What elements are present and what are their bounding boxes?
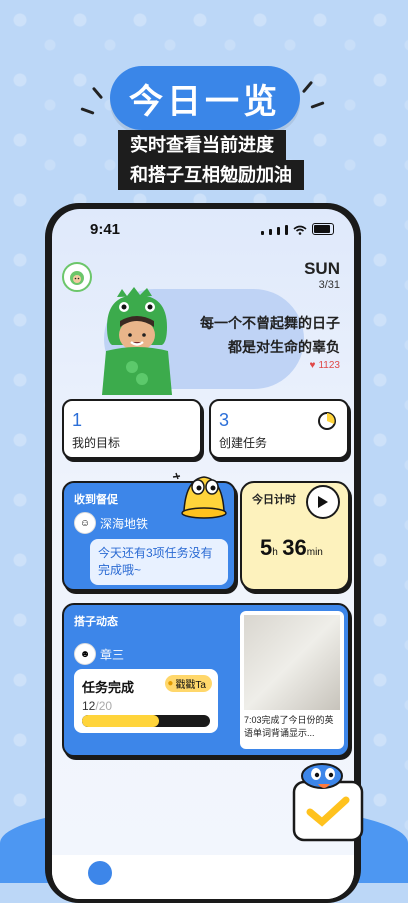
notebook-photo xyxy=(244,615,340,710)
timer-title: 今日计时 xyxy=(252,494,296,506)
dino-avatar-icon xyxy=(70,271,84,285)
poke-button[interactable]: ● 戳戳Ta xyxy=(165,675,212,692)
feed-photo-card[interactable]: 7:03完成了今日份的英语单词背诵显示... xyxy=(240,611,344,749)
tasks-card[interactable]: 3 创建任务 xyxy=(209,399,349,459)
timer-value: 5h 36min xyxy=(260,535,323,561)
tasks-label: 创建任务 xyxy=(219,436,268,450)
reminder-title: 收到督促 xyxy=(74,494,118,506)
status-icons xyxy=(261,223,334,235)
likes-counter[interactable]: ♥ 1123 xyxy=(310,360,340,371)
progress-fill xyxy=(82,715,159,727)
hero-subtitle-1: 实时查看当前进度 xyxy=(118,130,286,160)
hero-subtitle-2: 和搭子互相勉励加油 xyxy=(118,160,304,190)
progress-total: /20 xyxy=(95,699,113,713)
tab-bar xyxy=(52,855,354,899)
user-avatar[interactable] xyxy=(62,262,92,292)
feed-user-avatar: ☻ xyxy=(74,643,96,665)
progress-done: 12 xyxy=(82,699,96,713)
signal-bar xyxy=(285,225,288,235)
progress-ring-icon xyxy=(318,412,336,430)
timer-minutes: 36 xyxy=(282,535,307,560)
bell-mascot-icon xyxy=(172,472,227,519)
goals-card[interactable]: 1 我的目标 xyxy=(62,399,202,459)
feed-user: ☻ 章三 xyxy=(74,643,124,665)
timer-hours: 5 xyxy=(260,535,273,560)
tab-home-icon[interactable] xyxy=(88,861,112,885)
photo-caption: 7:03完成了今日份的英语单词背诵显示... xyxy=(244,715,334,738)
poke-label: 戳戳Ta xyxy=(175,680,206,691)
signal-icon xyxy=(261,231,264,235)
timer-hours-unit: h xyxy=(272,547,278,558)
goals-label: 我的目标 xyxy=(72,436,121,450)
quote-line-2: 都是对生命的辜负 xyxy=(228,339,340,355)
feed-user-name: 章三 xyxy=(100,647,125,662)
check-mascot-icon xyxy=(292,763,364,842)
goals-count: 1 xyxy=(72,410,83,430)
task-complete-label: 任务完成 xyxy=(82,680,135,695)
feed-card[interactable]: 搭子动态 ☻ 章三 任务完成 ● 戳戳Ta 12/20 7:03完成了今日份的英… xyxy=(62,603,350,757)
heart-icon: ♥ xyxy=(309,360,316,371)
progress-text: 12/20 xyxy=(82,699,112,713)
quote-line-1: 每一个不曾起舞的日子 xyxy=(200,315,340,331)
feed-title: 搭子动态 xyxy=(74,616,118,628)
likes-count: 1123 xyxy=(318,360,340,371)
play-icon xyxy=(318,496,328,508)
date: 3/31 xyxy=(318,279,340,291)
timer-minutes-unit: min xyxy=(306,547,323,558)
reminder-user: ☺ 深海地铁 xyxy=(74,512,148,534)
reminder-message: 今天还有3项任务没有完成哦~ xyxy=(90,539,228,585)
signal-bar xyxy=(269,229,272,235)
tasks-count: 3 xyxy=(219,410,230,430)
timer-card[interactable]: 今日计时 5h 36min xyxy=(240,481,350,591)
dino-mascot-icon xyxy=(102,287,172,395)
reminder-user-avatar: ☺ xyxy=(74,512,96,534)
signal-bar xyxy=(277,227,280,235)
status-time: 9:41 xyxy=(90,221,121,238)
play-button[interactable] xyxy=(306,485,340,519)
task-progress-box: 任务完成 ● 戳戳Ta 12/20 xyxy=(74,669,218,733)
progress-bar xyxy=(82,715,210,727)
weekday: SUN xyxy=(304,259,340,278)
battery-icon xyxy=(312,223,334,235)
hero-title: 今日一览 xyxy=(110,66,300,130)
status-bar: 9:41 xyxy=(52,209,354,249)
smile-icon: ● xyxy=(167,678,174,689)
wifi-icon xyxy=(293,225,307,235)
reminder-user-name: 深海地铁 xyxy=(100,516,149,531)
